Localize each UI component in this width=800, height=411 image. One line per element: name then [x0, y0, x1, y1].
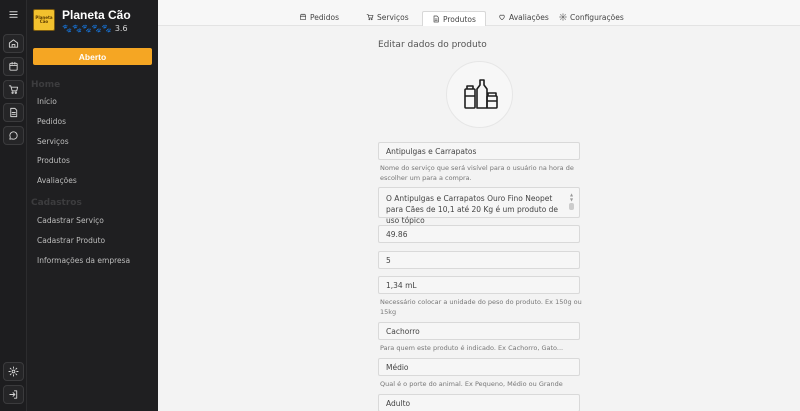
product-size-input[interactable]: Médio — [378, 358, 580, 376]
tab-pedidos[interactable]: Pedidos — [299, 9, 339, 25]
gear-icon — [559, 13, 567, 21]
store-logo: Planeta Cão — [33, 9, 55, 31]
brand: Planeta Cão Planeta Cão 🐾🐾🐾🐾🐾 3.6 — [33, 9, 131, 33]
product-size-hint: Qual é o porte do animal. Ex Pequeno, Mé… — [380, 380, 563, 388]
document-icon[interactable] — [3, 103, 24, 122]
home-icon[interactable] — [3, 34, 24, 53]
tab-label: Configurações — [570, 12, 624, 22]
page-title: Editar dados do produto — [378, 40, 487, 50]
tab-avaliacoes[interactable]: Avaliações — [498, 9, 549, 25]
bottles-icon — [463, 78, 498, 109]
textarea-scrollbar[interactable]: ▲ ▼ — [568, 192, 575, 216]
tab-label: Pedidos — [310, 12, 339, 22]
section-title-cadastros: Cadastros — [31, 198, 82, 208]
product-animal-hint: Para quem este produto é indicado. Ex Ca… — [380, 344, 564, 352]
sidebar-item-cadastrar-servico[interactable]: Cadastrar Serviço — [37, 216, 104, 225]
product-description-textarea[interactable]: O Antipulgas e Carrapatos Ouro Fino Neop… — [378, 187, 580, 225]
paw-rating-icon: 🐾🐾🐾🐾🐾 — [62, 24, 112, 33]
sidebar-item-avaliacoes[interactable]: Avaliações — [37, 176, 77, 185]
logout-icon[interactable] — [3, 385, 24, 404]
cart-icon — [366, 14, 374, 21]
heart-icon — [499, 14, 505, 20]
sidebar-item-produtos[interactable]: Produtos — [37, 156, 70, 165]
sidebar-item-pedidos[interactable]: Pedidos — [37, 117, 66, 126]
sidebar-item-cadastrar-produto[interactable]: Cadastrar Produto — [37, 236, 105, 245]
tab-configuracoes[interactable]: Configurações — [559, 9, 624, 25]
product-animal-input[interactable]: Cachorro — [378, 322, 580, 340]
scroll-down-icon[interactable]: ▼ — [570, 197, 573, 202]
sidebar-item-inicio[interactable]: Início — [37, 97, 57, 106]
product-weight-hint: Necessário colocar a unidade do peso do … — [380, 298, 582, 316]
calendar-icon — [300, 13, 306, 20]
store-status-button[interactable]: Aberto — [33, 48, 152, 65]
product-name-hint: Nome do serviço que será visível para o … — [380, 164, 574, 182]
product-name-input[interactable]: Antipulgas e Carrapatos — [378, 142, 580, 160]
top-tab-bar: Pedidos Serviços Produtos Avaliações Con… — [158, 0, 800, 26]
gear-icon[interactable] — [3, 362, 24, 381]
product-weight-input[interactable]: 1,34 mL — [378, 276, 580, 294]
product-image[interactable] — [446, 61, 513, 128]
tab-label: Serviços — [377, 12, 409, 22]
cart-icon[interactable] — [3, 80, 24, 99]
product-price-input[interactable]: 49.86 — [378, 225, 580, 243]
icon-rail — [0, 0, 27, 411]
section-title-home: Home — [31, 80, 61, 90]
sidebar-item-informacoes-empresa[interactable]: Informações da empresa — [37, 256, 130, 265]
rating-value: 3.6 — [114, 24, 128, 33]
store-rating: 🐾🐾🐾🐾🐾 3.6 — [62, 24, 131, 33]
menu-icon[interactable] — [3, 5, 24, 24]
description-text: O Antipulgas e Carrapatos Ouro Fino Neop… — [386, 194, 559, 225]
sidebar: Planeta Cão Planeta Cão 🐾🐾🐾🐾🐾 3.6 Aberto… — [27, 0, 158, 411]
sidebar-item-servicos[interactable]: Serviços — [37, 137, 69, 146]
tab-servicos[interactable]: Serviços — [366, 9, 409, 25]
product-age-input[interactable]: Adulto — [378, 394, 580, 411]
chat-icon[interactable] — [3, 126, 24, 145]
logo-text: Planeta Cão — [35, 15, 53, 24]
document-icon — [433, 15, 439, 23]
product-stock-input[interactable]: 5 — [378, 251, 580, 269]
tab-label: Produtos — [443, 14, 476, 24]
scroll-thumb[interactable] — [569, 203, 574, 210]
tab-label: Avaliações — [509, 12, 549, 22]
store-name: Planeta Cão — [62, 8, 131, 22]
tab-produtos[interactable]: Produtos — [422, 11, 486, 26]
calendar-icon[interactable] — [3, 57, 24, 76]
